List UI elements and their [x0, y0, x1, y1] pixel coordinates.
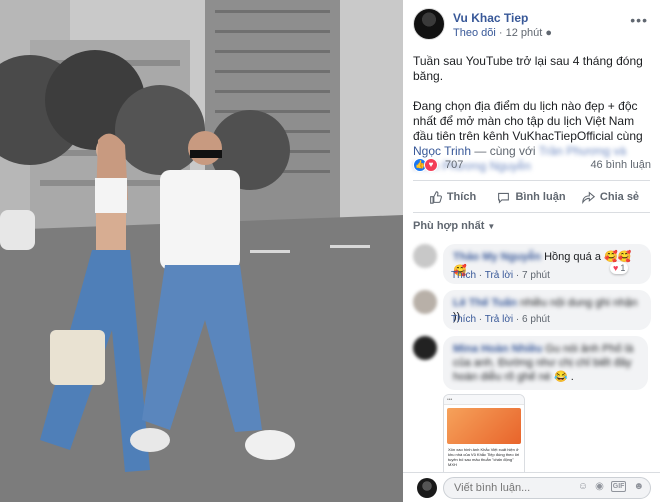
comment-reaction-count: 1	[620, 263, 626, 273]
globe-icon: ●	[545, 27, 553, 39]
composer-icons: ☺ ◉ GIF ☻	[578, 481, 644, 492]
tag-ngoc-trinh[interactable]: Ngọc Trinh	[413, 144, 471, 158]
comment-time[interactable]: 6 phút	[522, 314, 550, 325]
comment-text-2: hoàn diễu rõ ghế nè	[453, 371, 551, 383]
commenter-name[interactable]: Thảo My Nguyễn	[453, 251, 541, 263]
comment-like-link[interactable]: Thích	[451, 314, 476, 325]
sort-label: Phù hợp nhất	[413, 220, 485, 232]
author-name[interactable]: Vu Khac Tiep	[453, 11, 528, 25]
comment-item: Mina Hoàn Nhiều Gu nói ảnh Phố là của an…	[413, 336, 651, 490]
comment-icon	[498, 192, 510, 204]
comment-emoji: 😂 .	[553, 371, 574, 383]
comment-count[interactable]: 46 bình luận	[590, 159, 651, 171]
commenter-avatar[interactable]	[413, 336, 437, 360]
comment-meta: Thích · Trả lời · 6 phút	[451, 314, 550, 325]
follow-link[interactable]: Theo dõi	[453, 27, 496, 39]
post-actions: Thích Bình luận Chia sẻ	[413, 186, 650, 208]
reaction-summary[interactable]: 👍 ♥ 707 46 bình luận	[413, 158, 651, 174]
comment-label: Bình luận	[515, 191, 566, 203]
like-button[interactable]: Thích	[413, 186, 492, 208]
share-icon	[582, 190, 595, 204]
comment-text: nhiều nội dung ghi nhận	[520, 297, 638, 309]
comment-meta: Thích · Trả lời · 7 phút	[451, 270, 550, 281]
tag-separator: và	[610, 144, 627, 158]
comment-reactions[interactable]: ♥ 1	[610, 262, 629, 274]
caret-down-icon: ▼	[487, 222, 496, 231]
comment-reply-link[interactable]: Trả lời	[485, 314, 513, 325]
preview-headline-text: Xôn xao hình ảnh Khắc Việt xuất hiện ở k…	[448, 447, 520, 467]
preview-headline: Xôn xao hình ảnh Khắc Việt xuất hiện ở k…	[444, 447, 524, 467]
more-options-icon[interactable]: •••	[630, 12, 648, 28]
divider	[413, 212, 650, 213]
preview-browser-bar: •••	[444, 395, 524, 405]
post-paragraph-2-with: — cùng với	[471, 144, 539, 158]
like-label: Thích	[446, 191, 477, 203]
share-button[interactable]: Chia sẻ	[571, 186, 650, 208]
post-header: Vu Khac Tiep Theo dõi · 12 phút ● •••	[413, 8, 660, 40]
thumbs-up-icon	[429, 190, 442, 204]
commenter-name[interactable]: Mina Hoàn Nhiều	[453, 343, 542, 355]
post-paragraph-1: Tuần sau YouTube trở lại sau 4 tháng đón…	[413, 54, 643, 83]
love-reaction-icon: ♥	[424, 158, 438, 172]
comment-bubble: Mina Hoàn Nhiều Gu nói ảnh Phố là của an…	[443, 336, 648, 390]
comment-sort-dropdown[interactable]: Phù hợp nhất ▼	[413, 220, 495, 232]
post-time[interactable]: 12 phút	[506, 27, 543, 39]
commenter-avatar[interactable]	[413, 244, 437, 268]
comment-time[interactable]: 7 phút	[522, 270, 550, 281]
post-text: Tuần sau YouTube trở lại sau 4 tháng đón…	[413, 54, 651, 174]
street-scene-illustration	[0, 0, 403, 502]
sticker-icon[interactable]: ☻	[633, 481, 644, 492]
commenter-name[interactable]: Lê Thế Tuấn	[453, 297, 517, 309]
meta-separator: ·	[498, 27, 506, 39]
divider	[413, 180, 650, 181]
post-panel: Vu Khac Tiep Theo dõi · 12 phút ● ••• Tu…	[403, 0, 660, 502]
comment-item: Lê Thế Tuấn nhiều nội dung ghi nhận )) T…	[413, 290, 651, 330]
post-meta: Theo dõi · 12 phút ●	[453, 27, 552, 39]
comment-button[interactable]: Bình luận	[492, 186, 571, 208]
emoji-icon[interactable]: ☺	[578, 481, 588, 492]
gif-icon[interactable]: GIF	[610, 481, 627, 492]
post-paragraph-2-text: Đang chọn địa điểm du lịch nào đẹp + độc…	[413, 99, 643, 143]
current-user-avatar	[417, 478, 437, 498]
love-reaction-icon: ♥	[613, 263, 619, 273]
share-label: Chia sẻ	[599, 191, 640, 203]
reaction-count[interactable]: 707	[445, 159, 463, 171]
preview-image	[447, 408, 521, 444]
author-avatar[interactable]	[413, 8, 445, 40]
comment-reply-link[interactable]: Trả lời	[485, 270, 513, 281]
tag-person-2[interactable]: Trần Phương	[539, 144, 611, 158]
comment-item: Thảo My Nguyễn Hồng quá a 🥰🥰🥰 ♥ 1 Thích …	[413, 244, 651, 284]
comment-like-link[interactable]: Thích	[451, 270, 476, 281]
comment-composer: ☺ ◉ GIF ☻	[403, 472, 660, 502]
commenter-avatar[interactable]	[413, 290, 437, 314]
post-photo[interactable]	[0, 0, 403, 502]
camera-icon[interactable]: ◉	[595, 481, 604, 492]
